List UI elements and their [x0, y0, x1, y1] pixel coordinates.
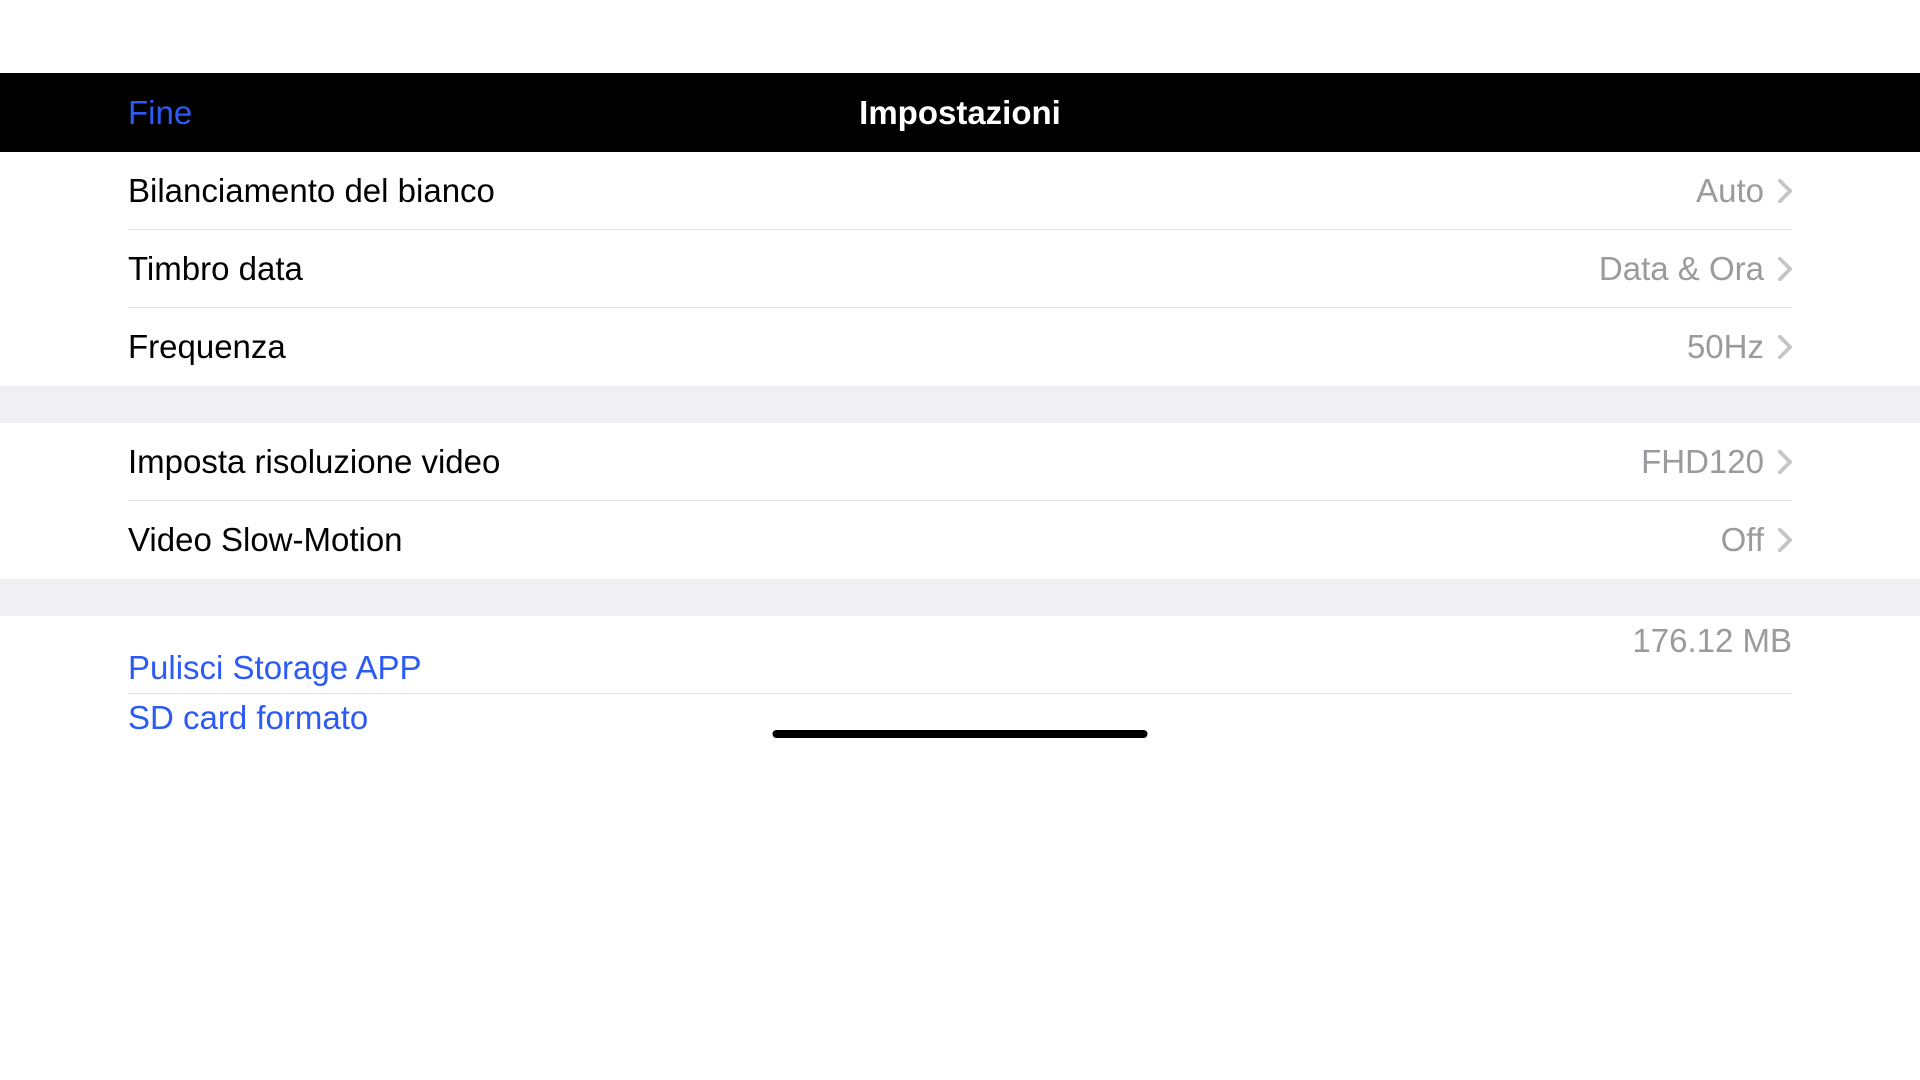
settings-section-1: Bilanciamento del bianco Auto Timbro dat…: [0, 152, 1920, 386]
sd-format-label: SD card formato: [128, 699, 368, 737]
frequency-value: 50Hz: [1687, 328, 1764, 366]
top-spacer: [0, 0, 1920, 73]
chevron-right-icon: [1778, 335, 1792, 359]
home-indicator[interactable]: [773, 730, 1148, 738]
date-stamp-row[interactable]: Timbro data Data & Ora: [0, 230, 1920, 308]
date-stamp-value: Data & Ora: [1599, 250, 1764, 288]
chevron-right-icon: [1778, 450, 1792, 474]
date-stamp-label: Timbro data: [128, 250, 303, 288]
sd-format-row[interactable]: SD card formato: [0, 694, 1920, 750]
slow-motion-label: Video Slow-Motion: [128, 521, 403, 559]
clean-storage-value: 176.12 MB: [1632, 616, 1792, 660]
white-balance-label: Bilanciamento del bianco: [128, 172, 495, 210]
clean-storage-row[interactable]: Pulisci Storage APP 176.12 MB: [0, 616, 1920, 694]
bottom-spacer: [0, 750, 1920, 1080]
slow-motion-row[interactable]: Video Slow-Motion Off: [0, 501, 1920, 579]
settings-section-3: Pulisci Storage APP 176.12 MB SD card fo…: [0, 616, 1920, 750]
frequency-label: Frequenza: [128, 328, 286, 366]
slow-motion-value: Off: [1721, 521, 1764, 559]
frequency-row[interactable]: Frequenza 50Hz: [0, 308, 1920, 386]
white-balance-row[interactable]: Bilanciamento del bianco Auto: [0, 152, 1920, 230]
header-bar: Fine Impostazioni: [0, 73, 1920, 152]
video-resolution-value: FHD120: [1641, 443, 1764, 481]
clean-storage-label: Pulisci Storage APP: [128, 649, 422, 687]
done-button[interactable]: Fine: [128, 94, 192, 132]
chevron-right-icon: [1778, 179, 1792, 203]
section-divider: [0, 386, 1920, 423]
chevron-right-icon: [1778, 528, 1792, 552]
section-divider: [0, 579, 1920, 616]
video-resolution-row[interactable]: Imposta risoluzione video FHD120: [0, 423, 1920, 501]
settings-section-2: Imposta risoluzione video FHD120 Video S…: [0, 423, 1920, 579]
chevron-right-icon: [1778, 257, 1792, 281]
video-resolution-label: Imposta risoluzione video: [128, 443, 500, 481]
page-title: Impostazioni: [859, 94, 1061, 132]
white-balance-value: Auto: [1696, 172, 1764, 210]
